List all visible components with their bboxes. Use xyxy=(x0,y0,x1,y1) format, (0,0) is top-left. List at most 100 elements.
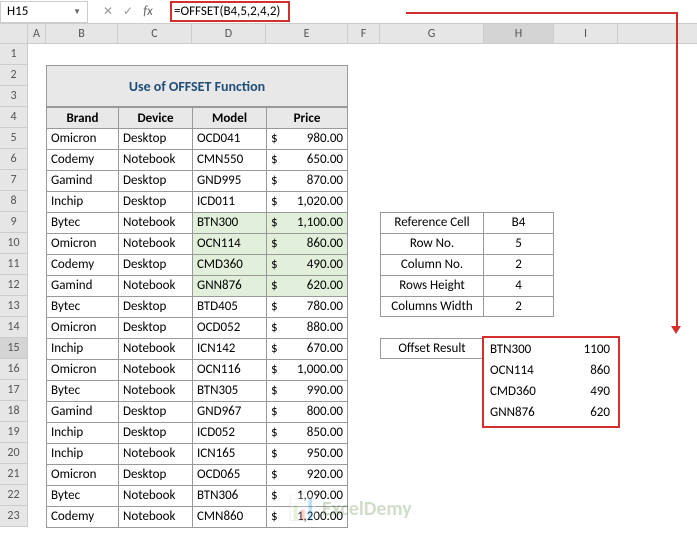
cell-brand[interactable]: Omicron xyxy=(46,360,118,381)
param-label[interactable]: Rows Height xyxy=(380,275,484,296)
cell-device[interactable]: Desktop xyxy=(118,423,192,444)
cell-brand[interactable]: Inchip xyxy=(46,423,118,444)
result-model[interactable]: CMD360 xyxy=(486,382,554,403)
cell-model[interactable]: ICD052 xyxy=(192,423,266,444)
col-header[interactable]: I xyxy=(554,24,618,43)
row-header[interactable]: 21 xyxy=(0,464,28,485)
row-header[interactable]: 16 xyxy=(0,359,28,380)
row-header[interactable]: 2 xyxy=(0,65,28,86)
result-model[interactable]: BTN300 xyxy=(486,340,554,361)
cell-device[interactable]: Notebook xyxy=(118,360,192,381)
row-header[interactable]: 12 xyxy=(0,275,28,296)
cell-brand[interactable]: Codemy xyxy=(46,507,118,528)
result-value[interactable]: 490 xyxy=(554,382,616,403)
cell-price[interactable]: $670.00 xyxy=(266,339,348,360)
fx-icon[interactable]: fx xyxy=(140,4,156,19)
cell-device[interactable]: Desktop xyxy=(118,171,192,192)
param-label[interactable]: Row No. xyxy=(380,233,484,254)
cell-device[interactable]: Notebook xyxy=(118,486,192,507)
cell-device[interactable]: Desktop xyxy=(118,465,192,486)
cell-model[interactable]: ICN165 xyxy=(192,444,266,465)
cell-brand[interactable]: Gamind xyxy=(46,276,118,297)
param-value[interactable]: 2 xyxy=(484,296,554,317)
cell-price[interactable]: $870.00 xyxy=(266,171,348,192)
check-icon[interactable]: ✓ xyxy=(120,4,136,19)
row-header[interactable]: 4 xyxy=(0,107,28,128)
param-label[interactable]: Reference Cell xyxy=(380,212,484,233)
cell-brand[interactable]: Gamind xyxy=(46,402,118,423)
cell-model[interactable]: CMN860 xyxy=(192,507,266,528)
result-value[interactable]: 620 xyxy=(554,403,616,424)
cell-model[interactable]: ICD011 xyxy=(192,192,266,213)
param-value[interactable]: 2 xyxy=(484,254,554,275)
cell-price[interactable]: $920.00 xyxy=(266,465,348,486)
result-model[interactable]: GNN876 xyxy=(486,403,554,424)
cell-price[interactable]: $620.00 xyxy=(266,276,348,297)
cell-device[interactable]: Notebook xyxy=(118,276,192,297)
cell-brand[interactable]: Bytec xyxy=(46,297,118,318)
col-header[interactable]: H xyxy=(484,24,554,43)
cell-model[interactable]: GND967 xyxy=(192,402,266,423)
cell-price[interactable]: $980.00 xyxy=(266,129,348,150)
cell-model[interactable]: OCD052 xyxy=(192,318,266,339)
cell-brand[interactable]: Omicron xyxy=(46,129,118,150)
cell-model[interactable]: BTN305 xyxy=(192,381,266,402)
row-header[interactable]: 5 xyxy=(0,128,28,149)
cell-device[interactable]: Desktop xyxy=(118,255,192,276)
cell-device[interactable]: Desktop xyxy=(118,297,192,318)
cell-device[interactable]: Desktop xyxy=(118,192,192,213)
cell-brand[interactable]: Bytec xyxy=(46,486,118,507)
chevron-down-icon[interactable]: ▼ xyxy=(73,7,81,17)
cell-brand[interactable]: Codemy xyxy=(46,255,118,276)
cell-device[interactable]: Desktop xyxy=(118,129,192,150)
col-header[interactable]: A xyxy=(28,24,46,43)
cell-model[interactable]: OCD041 xyxy=(192,129,266,150)
cell-price[interactable]: $880.00 xyxy=(266,318,348,339)
row-header[interactable]: 14 xyxy=(0,317,28,338)
row-header[interactable]: 1 xyxy=(0,44,28,65)
param-value[interactable]: B4 xyxy=(484,212,554,233)
cell-price[interactable]: $650.00 xyxy=(266,150,348,171)
row-header[interactable]: 20 xyxy=(0,443,28,464)
row-header[interactable]: 11 xyxy=(0,254,28,275)
cell-brand[interactable]: Inchip xyxy=(46,339,118,360)
col-header[interactable]: F xyxy=(348,24,380,43)
col-header[interactable]: D xyxy=(192,24,266,43)
cell-brand[interactable]: Inchip xyxy=(46,192,118,213)
cell-model[interactable]: BTD405 xyxy=(192,297,266,318)
row-header[interactable]: 9 xyxy=(0,212,28,233)
cell-device[interactable]: Desktop xyxy=(118,402,192,423)
cell-device[interactable]: Desktop xyxy=(118,318,192,339)
cell-device[interactable]: Notebook xyxy=(118,444,192,465)
row-header[interactable]: 6 xyxy=(0,149,28,170)
cell-brand[interactable]: Omicron xyxy=(46,465,118,486)
cell-price[interactable]: $990.00 xyxy=(266,381,348,402)
cells-area[interactable]: Use of OFFSET Function Brand Device Mode… xyxy=(28,44,697,527)
name-box[interactable]: H15 ▼ xyxy=(0,1,88,23)
row-header[interactable]: 10 xyxy=(0,233,28,254)
row-header[interactable]: 18 xyxy=(0,401,28,422)
cell-model[interactable]: OCN116 xyxy=(192,360,266,381)
row-header[interactable]: 13 xyxy=(0,296,28,317)
cell-model[interactable]: GNN876 xyxy=(192,276,266,297)
col-header[interactable]: B xyxy=(46,24,118,43)
param-value[interactable]: 4 xyxy=(484,275,554,296)
cell-price[interactable]: $1,100.00 xyxy=(266,213,348,234)
result-model[interactable]: OCN114 xyxy=(486,361,554,382)
cell-brand[interactable]: Bytec xyxy=(46,213,118,234)
row-header[interactable]: 17 xyxy=(0,380,28,401)
cell-price[interactable]: $800.00 xyxy=(266,402,348,423)
cell-device[interactable]: Notebook xyxy=(118,381,192,402)
cell-brand[interactable]: Omicron xyxy=(46,234,118,255)
cell-device[interactable]: Notebook xyxy=(118,339,192,360)
cell-model[interactable]: CMN550 xyxy=(192,150,266,171)
row-header[interactable]: 7 xyxy=(0,170,28,191)
cell-device[interactable]: Notebook xyxy=(118,150,192,171)
cell-price[interactable]: $780.00 xyxy=(266,297,348,318)
cancel-icon[interactable]: ✕ xyxy=(100,4,116,19)
cell-brand[interactable]: Bytec xyxy=(46,381,118,402)
col-header[interactable]: E xyxy=(266,24,348,43)
row-header[interactable]: 19 xyxy=(0,422,28,443)
row-header[interactable]: 22 xyxy=(0,485,28,506)
cell-device[interactable]: Notebook xyxy=(118,234,192,255)
